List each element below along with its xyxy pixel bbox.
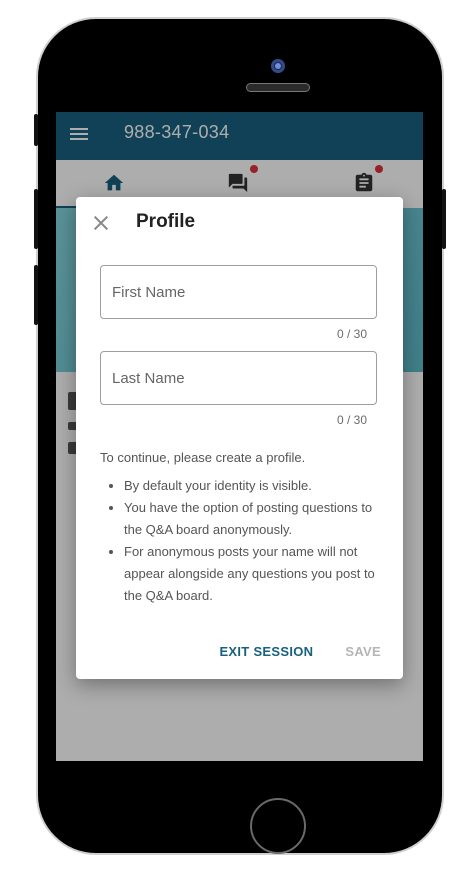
screen: 988-347-034 Profile 0 / 30 0 / 30: [56, 112, 423, 761]
info-bullet: By default your identity is visible.: [124, 475, 385, 497]
info-list: By default your identity is visible. You…: [100, 475, 385, 607]
first-name-input[interactable]: [101, 266, 376, 318]
info-bullet: You have the option of posting questions…: [124, 497, 385, 541]
dialog-actions: EXIT SESSION SAVE: [219, 644, 381, 659]
save-button[interactable]: SAVE: [345, 644, 381, 659]
exit-session-button[interactable]: EXIT SESSION: [219, 644, 313, 659]
first-name-field: [100, 265, 377, 319]
last-name-counter: 0 / 30: [336, 413, 367, 427]
home-button[interactable]: [250, 798, 306, 854]
speaker-grille: [246, 83, 310, 92]
first-name-counter: 0 / 30: [336, 327, 367, 341]
close-icon[interactable]: [92, 214, 110, 232]
profile-dialog: Profile 0 / 30 0 / 30 To continue, pleas…: [76, 197, 403, 679]
profile-info: To continue, please create a profile. By…: [100, 447, 385, 607]
last-name-field: [100, 351, 377, 405]
volume-down-button: [34, 265, 38, 325]
camera-icon: [271, 59, 285, 73]
info-intro: To continue, please create a profile.: [100, 450, 306, 465]
dialog-title: Profile: [136, 211, 196, 232]
volume-up-button: [34, 189, 38, 249]
info-bullet: For anonymous posts your name will not a…: [124, 541, 385, 607]
power-button: [442, 189, 446, 249]
last-name-input[interactable]: [101, 352, 376, 404]
mute-switch: [34, 114, 38, 146]
